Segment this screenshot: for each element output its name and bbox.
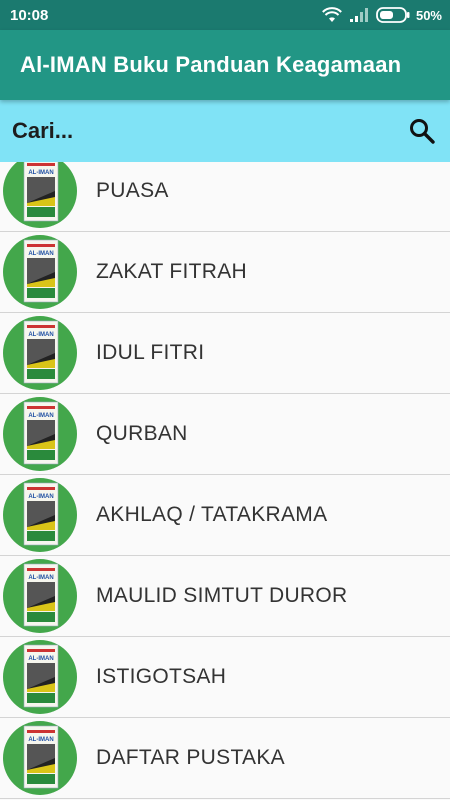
list-item-label: QURBAN <box>96 422 188 445</box>
list-item-label: ISTIGOTSAH <box>96 665 227 688</box>
status-icons: 50% <box>322 7 442 23</box>
svg-text:AL-IMAN: AL-IMAN <box>28 170 53 176</box>
list-item-label: ZAKAT FITRAH <box>96 260 247 283</box>
battery-icon <box>376 7 410 23</box>
status-time: 10:08 <box>10 6 49 24</box>
search-bar <box>0 100 450 162</box>
list-item[interactable]: AL-IMAN ZAKAT FITRAH <box>0 232 450 313</box>
book-cover-icon: AL-IMAN <box>3 559 77 633</box>
battery-percent: 50% <box>415 7 442 23</box>
list-item[interactable]: AL-IMAN QURBAN <box>0 394 450 475</box>
svg-text:AL-IMAN: AL-IMAN <box>28 656 53 662</box>
book-cover-icon: AL-IMAN <box>3 162 77 228</box>
svg-text:AL-IMAN: AL-IMAN <box>28 737 53 743</box>
svg-text:AL-IMAN: AL-IMAN <box>28 494 53 500</box>
svg-text:AL-IMAN: AL-IMAN <box>28 332 53 338</box>
list-item[interactable]: AL-IMAN MAULID SIMTUT DUROR <box>0 556 450 637</box>
search-icon[interactable] <box>408 117 436 145</box>
book-cover-icon: AL-IMAN <box>3 478 77 552</box>
list-item[interactable]: AL-IMAN PUASA <box>0 162 450 232</box>
status-bar: 10:08 50% <box>0 0 450 30</box>
svg-text:AL-IMAN: AL-IMAN <box>28 575 53 581</box>
book-cover-icon: AL-IMAN <box>3 721 77 795</box>
topic-list: AL-IMAN PUASA AL-IMAN ZAKAT FITRAH AL-IM… <box>0 162 450 800</box>
list-item[interactable]: AL-IMAN ISTIGOTSAH <box>0 637 450 718</box>
svg-text:AL-IMAN: AL-IMAN <box>28 251 53 257</box>
svg-text:AL-IMAN: AL-IMAN <box>28 413 53 419</box>
book-cover-icon: AL-IMAN <box>3 397 77 471</box>
list-item[interactable]: AL-IMAN IDUL FITRI <box>0 313 450 394</box>
list-item-label: DAFTAR PUSTAKA <box>96 746 285 769</box>
list-item[interactable]: AL-IMAN DAFTAR PUSTAKA <box>0 718 450 799</box>
app-title: Al-IMAN Buku Panduan Keagamaan <box>20 52 402 77</box>
book-cover-icon: AL-IMAN <box>3 640 77 714</box>
search-input[interactable] <box>12 118 372 144</box>
list-item-label: MAULID SIMTUT DUROR <box>96 584 348 607</box>
book-cover-icon: AL-IMAN <box>3 235 77 309</box>
wifi-icon <box>322 7 342 23</box>
list-item[interactable]: AL-IMAN AKHLAQ / TATAKRAMA <box>0 475 450 556</box>
app-bar: Al-IMAN Buku Panduan Keagamaan <box>0 30 450 100</box>
list-item-label: AKHLAQ / TATAKRAMA <box>96 503 328 526</box>
list-item-label: IDUL FITRI <box>96 341 205 364</box>
signal-icon <box>349 8 368 22</box>
list-item-label: PUASA <box>96 179 169 202</box>
book-cover-icon: AL-IMAN <box>3 316 77 390</box>
